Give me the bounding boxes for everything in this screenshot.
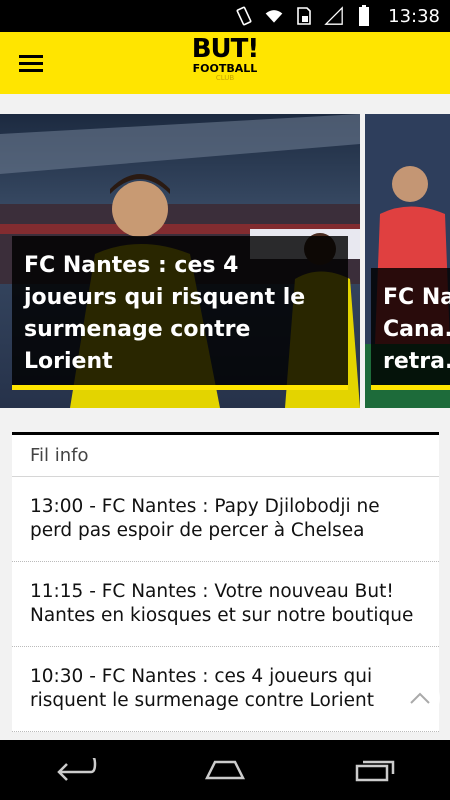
logo-line1: BUT! [191,34,260,64]
news-carousel[interactable]: FC Nantes : ces 4 joueurs qui risquent l… [0,114,450,408]
app-bar: BUT! FOOTBALL CLUB [0,32,450,94]
caption-accent-bar [371,385,450,390]
recents-icon [355,760,395,782]
sim-icon [294,6,314,26]
home-icon [204,760,246,780]
main-content[interactable]: FC Nantes : ces 4 joueurs qui risquent l… [0,94,450,740]
list-item[interactable]: 10:30 - FC Nantes : ces 4 joueurs qui ri… [12,647,439,732]
article-title: FC Na... Cana... retra... [383,285,450,374]
fil-info-panel: Fil info 13:00 - FC Nantes : Papy Djilob… [12,432,439,732]
vibrate-icon [234,6,254,26]
scroll-to-top-button[interactable] [400,678,440,718]
list-item[interactable]: 13:00 - FC Nantes : Papy Djilobodji ne p… [12,477,439,562]
system-nav-bar [0,740,450,800]
home-button[interactable] [185,740,265,800]
battery-icon [354,5,374,26]
back-icon [57,758,97,781]
but-football-club-logo[interactable]: BUT! FOOTBALL CLUB [191,34,260,82]
signal-icon [324,6,344,26]
wifi-icon [264,6,284,26]
logo-line3: CLUB [215,74,235,82]
logo-line2: FOOTBALL [192,62,258,75]
article-caption: FC Na... Cana... retra... [371,268,450,390]
carousel-card[interactable]: FC Na... Cana... retra... [365,114,450,408]
status-time: 13:38 [388,5,440,27]
status-bar: 13:38 [0,0,450,32]
menu-button[interactable] [0,32,62,94]
hamburger-menu-icon [19,55,43,72]
carousel-card[interactable]: FC Nantes : ces 4 joueurs qui risquent l… [0,114,360,408]
caption-accent-bar [12,385,348,390]
fil-info-heading: Fil info [12,435,439,477]
back-button[interactable] [35,740,115,800]
article-caption: FC Nantes : ces 4 joueurs qui risquent l… [12,236,348,390]
list-item[interactable]: 11:15 - FC Nantes : Votre nouveau But! N… [12,562,439,647]
article-title: FC Nantes : ces 4 joueurs qui risquent l… [24,253,306,374]
chevron-up-icon [410,692,430,704]
recents-button[interactable] [335,740,415,800]
